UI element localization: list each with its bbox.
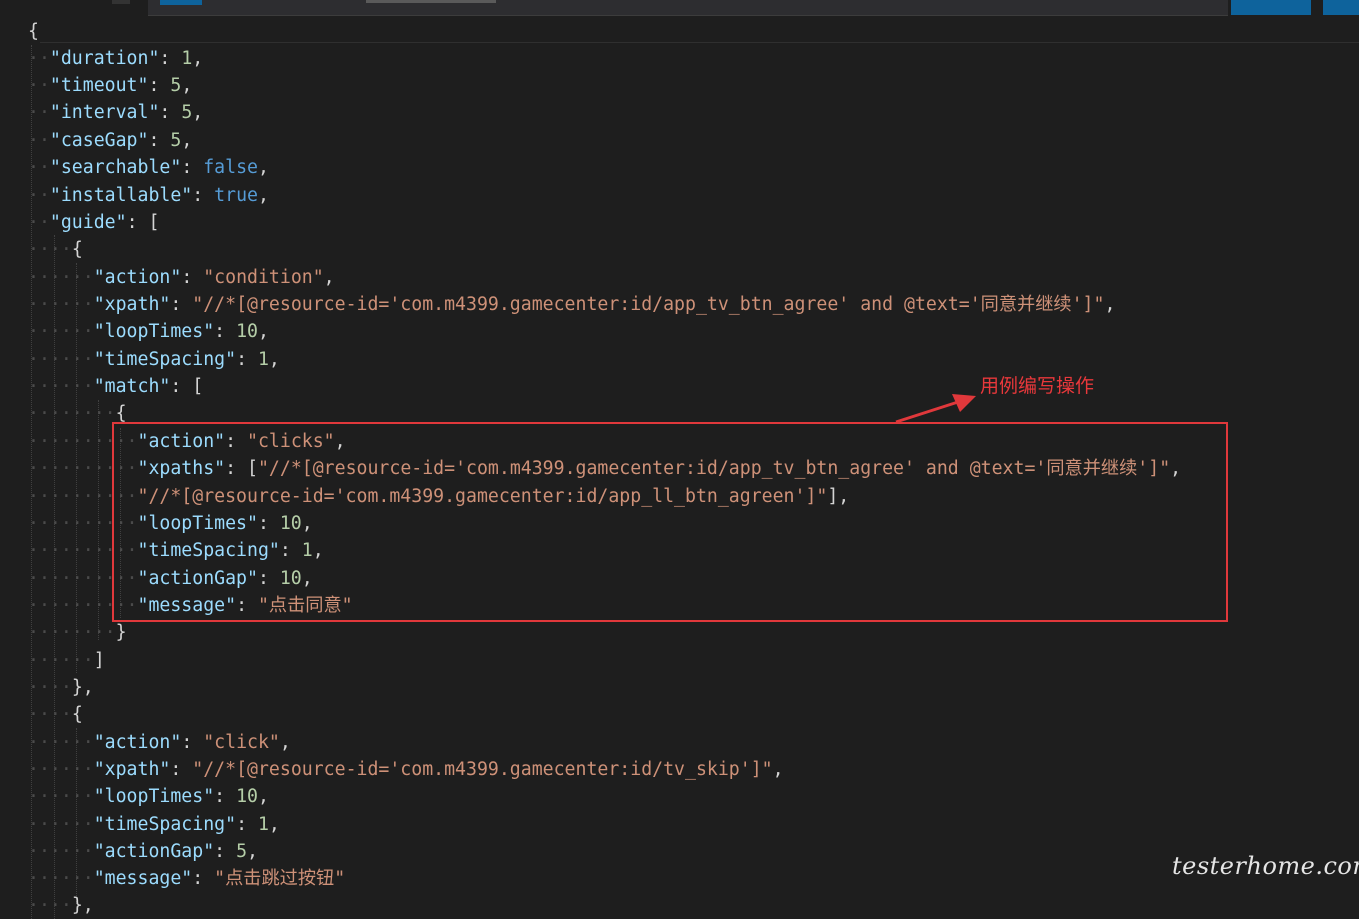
open-brace: { [28,21,39,42]
json-number: 1 [257,814,269,835]
code-line: ······"action": "click", [28,732,291,753]
json-key: "duration" [49,48,160,69]
code-line: ··"guide": [ [28,212,160,233]
json-key: "timeSpacing" [93,814,237,835]
code-line: ····}, [28,895,94,916]
json-number: 5 [170,75,182,96]
code-line: ······"xpath": "//*[@resource-id='com.m4… [28,294,1116,315]
code-line: ······"xpath": "//*[@resource-id='com.m4… [28,759,784,780]
json-string: "//*[@resource-id='com.m4399.gamecenter:… [192,759,773,780]
code-line: ··"installable": true, [28,185,269,206]
annotation-label: 用例编写操作 [980,375,1095,397]
json-number: 5 [236,841,248,862]
overlay-panel [148,0,1228,16]
json-key: "interval" [49,102,160,123]
json-string: "//*[@resource-id='com.m4399.gamecenter:… [192,294,1105,315]
json-key: "installable" [49,185,193,206]
json-key: "guide" [49,212,127,233]
json-key: "action" [93,267,182,288]
code-line: ··"timeout": 5, [28,75,193,96]
code-line: ··"interval": 5, [28,102,204,123]
code-line: ······"actionGap": 5, [28,841,258,862]
code-line: { [28,18,39,45]
json-number: 10 [236,786,258,807]
code-line: ····}, [28,677,94,698]
code-line: ····{ [28,704,83,725]
code-line: ··"caseGap": 5, [28,130,193,151]
code-line: ······"timeSpacing": 1, [28,349,280,370]
tab-fragment [112,0,130,4]
top-bar [0,0,1359,18]
json-key: "message" [93,868,193,889]
json-key: "match" [93,376,171,397]
json-key: "timeSpacing" [93,349,237,370]
json-key: "timeout" [49,75,149,96]
json-key: "loopTimes" [93,786,215,807]
json-number: 10 [236,321,258,342]
code-line: ······"message": "点击跳过按钮" [28,868,346,889]
json-string: "condition" [203,267,324,288]
json-key: "xpath" [93,759,171,780]
json-string: "点击跳过按钮" [214,868,346,889]
json-number: 1 [257,349,269,370]
code-line: ······"timeSpacing": 1, [28,814,280,835]
json-key: "actionGap" [93,841,215,862]
overlay-text-fragment [366,0,496,3]
code-line: ······"match": [ [28,376,204,397]
code-line: ······"action": "condition", [28,267,335,288]
json-boolean: false [203,157,258,178]
json-key: "loopTimes" [93,321,215,342]
button-separator [1311,0,1323,15]
code-line: ····{ [28,239,83,260]
editor-divider [40,42,1359,43]
annotation-box [112,422,1228,622]
overlay-chip [160,0,202,5]
code-line: ··"duration": 1, [28,48,204,69]
json-key: "searchable" [49,157,182,178]
code-line: ······"loopTimes": 10, [28,786,269,807]
json-number: 5 [181,102,193,123]
code-line: ······"loopTimes": 10, [28,321,269,342]
watermark: testerhome.com [1172,852,1359,880]
json-key: "caseGap" [49,130,149,151]
json-key: "xpath" [93,294,171,315]
json-string: "click" [203,732,280,753]
json-number: 5 [170,130,182,151]
code-line: ··"searchable": false, [28,157,269,178]
json-number: 1 [181,48,193,69]
json-key: "action" [93,732,182,753]
code-line: ······] [28,650,105,671]
overlay-button[interactable] [1231,0,1359,15]
json-boolean: true [214,185,258,206]
code-line: ········} [28,622,127,643]
